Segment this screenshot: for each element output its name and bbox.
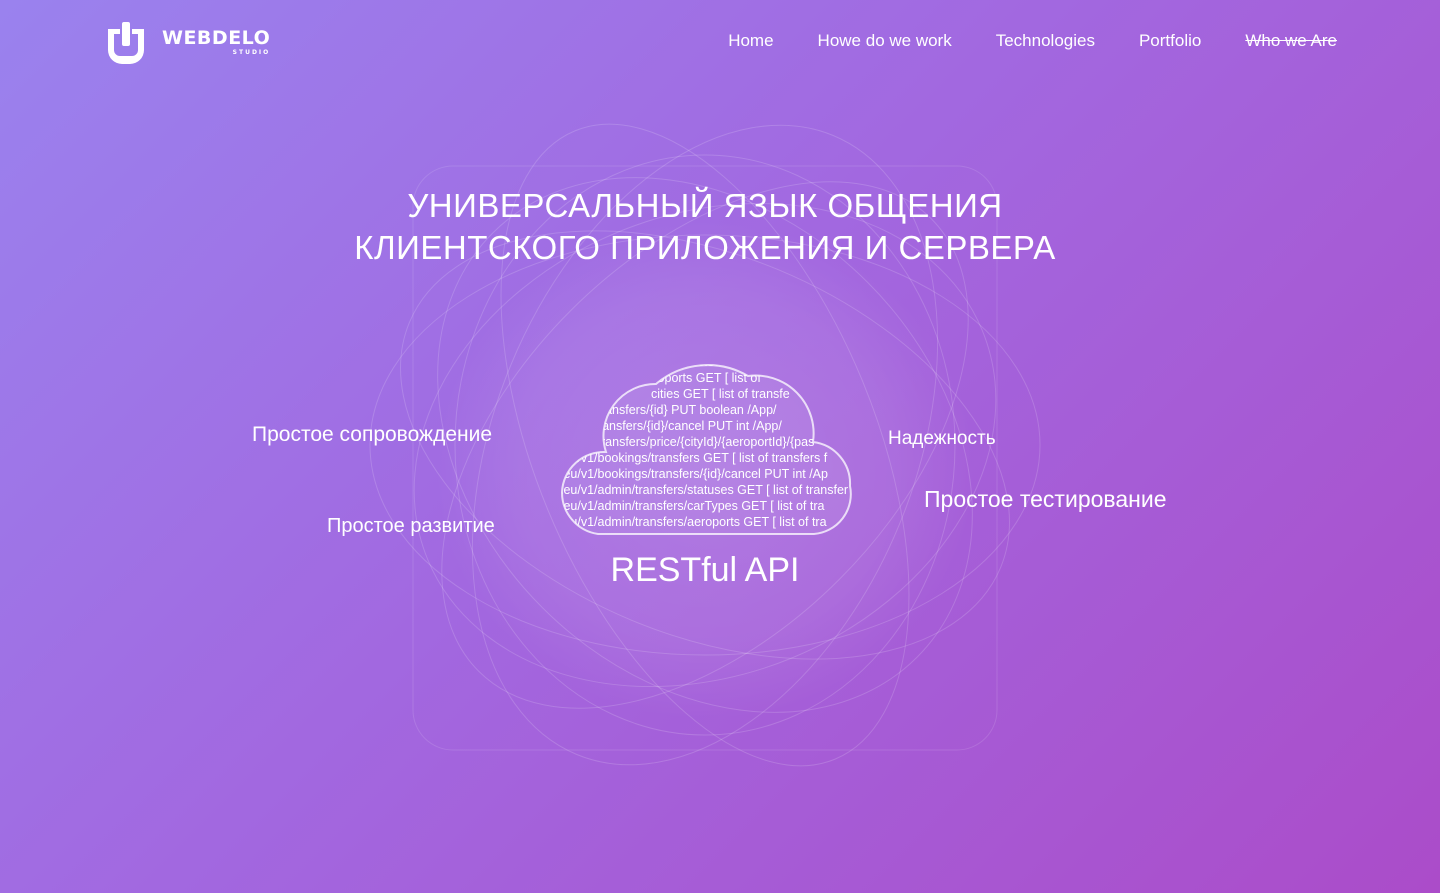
- nav-technologies[interactable]: Technologies: [996, 31, 1095, 51]
- hero-title: УНИВЕРСАЛЬНЫЙ ЯЗЫК ОБЩЕНИЯ КЛИЕНТСКОГО П…: [0, 185, 1410, 269]
- webdelo-logo-icon: [108, 22, 144, 64]
- webdelo-logo[interactable]: WEBDELO STUDIO: [104, 20, 270, 64]
- nav-home[interactable]: Home: [728, 31, 773, 51]
- cloud-code-line: .eu/v1/transfers/price/{cityId}/{aeropor…: [560, 435, 814, 449]
- main-nav: Home Howe do we work Technologies Portfo…: [684, 31, 1337, 51]
- feature-reliability: Надежность: [888, 428, 996, 449]
- nav-how-we-work[interactable]: Howe do we work: [818, 31, 952, 51]
- cloud-code-line: cities GET [ list of transfe: [651, 387, 790, 401]
- cloud-code-line: .eu/v1/bookings/transfers/{id}/cancel PU…: [560, 467, 828, 481]
- feature-maintenance: Простое сопровождение: [252, 423, 493, 446]
- site-header: WEBDELO STUDIO Home Howe do we work Tech…: [0, 0, 1440, 84]
- cloud-code-line: .eu/v1/bookings/transfers GET [ list of …: [560, 451, 828, 465]
- cloud-code-line: .eu/v1/admin/transfers/statuses GET [ li…: [560, 483, 848, 497]
- logo-subtitle: STUDIO: [232, 48, 271, 56]
- cloud-code-line: .eu/v1/admin/transfers/aeroports GET [ l…: [560, 515, 827, 529]
- cloud-code-line: /aeroports GET [ list of: [636, 371, 761, 385]
- nav-who-we-are[interactable]: Who we Are: [1245, 31, 1337, 51]
- feature-testing: Простое тестирование: [924, 486, 1167, 512]
- logo-wordmark: WEBDELO: [162, 26, 271, 49]
- cloud-code-line: /transfers/{id} PUT boolean /App/: [594, 403, 777, 417]
- cloud-code-line: /transfers/{id}/cancel PUT int /App/: [591, 419, 782, 433]
- feature-development: Простое развитие: [327, 515, 495, 537]
- api-title: RESTful API: [610, 551, 800, 589]
- cloud-code-line: .eu/v1/admin/transfers/carTypes GET [ li…: [560, 499, 825, 513]
- hero-title-line-2: КЛИЕНТСКОГО ПРИЛОЖЕНИЯ И СЕРВЕРА: [354, 229, 1056, 266]
- hero-title-line-1: УНИВЕРСАЛЬНЫЙ ЯЗЫК ОБЩЕНИЯ: [407, 187, 1003, 224]
- api-cloud-icon: boolean /aeroports GET [ list of cities …: [560, 364, 852, 535]
- nav-portfolio[interactable]: Portfolio: [1139, 31, 1201, 51]
